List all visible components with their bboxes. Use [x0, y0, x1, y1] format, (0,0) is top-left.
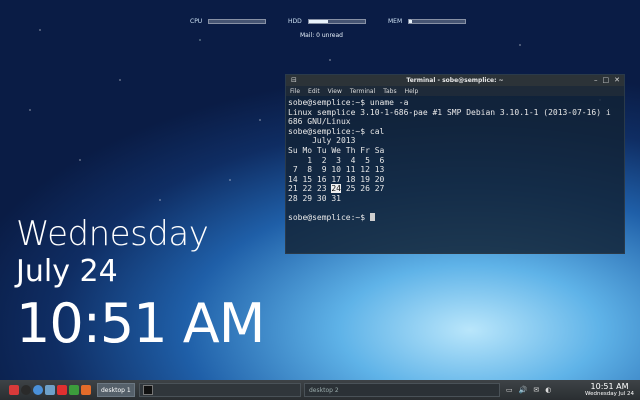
hdd-label: HDD [288, 18, 302, 25]
terminal-line: 686 GNU/Linux [288, 117, 351, 127]
close-icon[interactable]: ✕ [614, 76, 620, 84]
cal-week-pre: 21 22 23 [288, 184, 332, 194]
terminal-title: Terminal - sobe@semplice: ~ [406, 77, 504, 84]
terminal-screen[interactable]: sobe@semplice:~$ uname -a Linux semplice … [286, 96, 624, 225]
menu-tabs[interactable]: Tabs [383, 88, 396, 95]
terminal-line: Su Mo Tu We Th Fr Sa [288, 145, 385, 155]
terminal-line: sobe@semplice:~$ [288, 213, 622, 223]
clock-date: July 24 [16, 254, 118, 289]
menu-file[interactable]: File [290, 88, 300, 95]
terminal-menubar: File Edit View Terminal Tabs Help [286, 86, 624, 96]
terminal-task-icon[interactable] [143, 385, 153, 395]
network-icon[interactable]: ✉ [533, 386, 539, 394]
volume-icon[interactable]: 🔊 [519, 386, 528, 394]
hdd-monitor: HDD [288, 18, 366, 25]
terminal-line: 1 2 3 4 5 6 [288, 155, 385, 165]
menu-view[interactable]: View [328, 88, 342, 95]
files-icon[interactable] [45, 385, 55, 395]
mem-monitor: MEM [388, 18, 467, 25]
mem-bar [408, 19, 467, 24]
cal-today: 24 [331, 184, 341, 194]
mail-status[interactable]: Mail: 0 unread [300, 32, 343, 39]
menu-help[interactable]: Help [405, 88, 419, 95]
terminal-line: sobe@semplice:~$ cal [288, 126, 385, 136]
taskbar-time: 10:51 AM [590, 381, 629, 391]
terminal-cursor [369, 213, 375, 222]
terminal-titlebar[interactable]: ⊟ Terminal - sobe@semplice: ~ – □ ✕ [286, 75, 624, 86]
minimize-icon[interactable]: – [594, 76, 598, 84]
menu-icon[interactable] [9, 385, 19, 395]
task-list[interactable] [139, 383, 301, 397]
terminal-line: 28 29 30 31 [288, 193, 341, 203]
system-tray: ▭ 🔊 ✉ ◐ [506, 386, 551, 394]
hdd-bar [307, 19, 366, 24]
cpu-label: CPU [190, 18, 203, 25]
browser-icon[interactable] [33, 385, 43, 395]
terminal-line: 7 8 9 10 11 12 13 [288, 165, 385, 175]
cpu-bar [208, 19, 267, 24]
launcher-bar [9, 385, 91, 395]
clock-time: 10:51 AM [16, 292, 265, 355]
terminal-line: Linux semplice 3.10-1-686-pae #1 SMP Deb… [288, 107, 611, 117]
taskbar: desktop 1 desktop 2 ▭ 🔊 ✉ ◐ 10:51 AM Wed… [0, 380, 640, 400]
terminal-app-icon[interactable]: ⊟ [291, 76, 297, 84]
chat-icon[interactable]: ◐ [545, 386, 551, 394]
cal-week-post: 25 26 27 [341, 184, 385, 194]
media-icon[interactable] [57, 385, 67, 395]
taskbar-date: Wednesday Jul 24 [585, 390, 634, 397]
clock-day: Wednesday [16, 214, 209, 254]
mem-fill [409, 20, 412, 23]
clock-app-icon[interactable] [21, 385, 31, 395]
network-app-icon[interactable] [69, 385, 79, 395]
terminal-prompt: sobe@semplice:~$ [288, 213, 370, 223]
hdd-fill [308, 20, 329, 23]
menu-terminal[interactable]: Terminal [350, 88, 375, 95]
desktop-1-button[interactable]: desktop 1 [97, 383, 135, 397]
cpu-monitor: CPU [190, 18, 267, 25]
terminal-line: 21 22 23 24 25 26 27 [288, 184, 622, 194]
settings-app-icon[interactable] [81, 385, 91, 395]
mem-label: MEM [388, 18, 403, 25]
terminal-window[interactable]: ⊟ Terminal - sobe@semplice: ~ – □ ✕ File… [285, 74, 625, 254]
terminal-line: 14 15 16 17 18 19 20 [288, 174, 385, 184]
menu-edit[interactable]: Edit [308, 88, 320, 95]
display-icon[interactable]: ▭ [506, 386, 513, 394]
terminal-line: sobe@semplice:~$ uname -a [288, 98, 409, 107]
maximize-icon[interactable]: □ [603, 76, 610, 84]
terminal-line: July 2013 [288, 136, 356, 146]
desktop-2-button[interactable]: desktop 2 [304, 383, 500, 397]
taskbar-clock[interactable]: 10:51 AM Wednesday Jul 24 [585, 381, 634, 398]
